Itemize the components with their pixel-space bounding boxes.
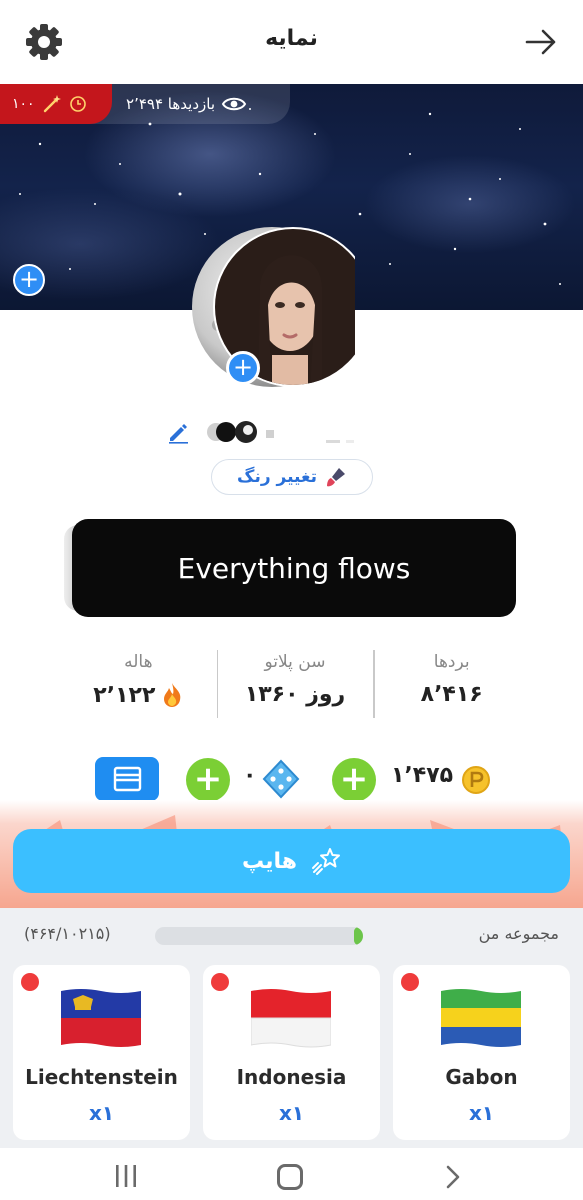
coin-icon bbox=[462, 766, 490, 794]
card-qty: x۱ bbox=[88, 1101, 115, 1125]
flag-card-liechtenstein[interactable]: Liechtenstein x۱ bbox=[13, 965, 190, 1140]
magic-wand-icon bbox=[43, 95, 61, 113]
collection-progress-fill bbox=[353, 927, 363, 945]
add-gems-button[interactable]: + bbox=[186, 758, 230, 802]
stat-value: ۸٬۴۱۶ bbox=[420, 682, 483, 707]
username-row bbox=[160, 414, 400, 450]
timer-badge[interactable]: ۱۰۰ bbox=[0, 84, 112, 124]
hype-button[interactable]: هایپ bbox=[13, 829, 570, 893]
dice-gem-icon bbox=[262, 759, 300, 799]
collection-title[interactable]: مجموعه من bbox=[479, 924, 559, 943]
system-nav-bar bbox=[0, 1148, 583, 1200]
collection-progress-bar bbox=[155, 927, 363, 945]
fire-icon bbox=[164, 683, 181, 707]
bio-text: Everything flows bbox=[72, 519, 516, 617]
page-title: نمایه bbox=[265, 26, 318, 51]
currency-row: + ۰ + ۱٬۴۷۵ bbox=[95, 757, 495, 803]
add-cover-button[interactable]: + bbox=[13, 264, 45, 296]
username-graphic bbox=[207, 421, 354, 443]
stat-value: ۱۳۶۰ روز bbox=[244, 682, 346, 707]
chevron-right-icon[interactable] bbox=[444, 1164, 462, 1190]
eye-icon bbox=[221, 97, 247, 111]
indonesia-flag-icon bbox=[251, 989, 331, 1048]
change-color-button[interactable]: تغییر رنگ bbox=[211, 459, 373, 495]
stat-label: سن پلاتو bbox=[264, 652, 326, 672]
card-name: Gabon bbox=[445, 1065, 518, 1089]
stat-value: ۲٬۱۲۲ bbox=[60, 682, 217, 708]
hype-label: هایپ bbox=[241, 848, 298, 874]
avatar[interactable] bbox=[190, 225, 355, 390]
views-text: ۲٬۴۹۴ بازدیدها bbox=[126, 95, 215, 113]
new-dot bbox=[401, 973, 419, 991]
views-counter: ۲٬۴۹۴ بازدیدها bbox=[126, 84, 247, 124]
stat-label: هاله bbox=[124, 652, 153, 672]
timer-value: ۱۰۰ bbox=[12, 96, 35, 112]
add-coins-button[interactable]: + bbox=[332, 758, 376, 802]
card-qty: x۱ bbox=[468, 1101, 495, 1125]
card-name: Indonesia bbox=[236, 1065, 347, 1089]
stat-label: بردها bbox=[433, 652, 470, 672]
aura-value: ۲٬۱۲۲ bbox=[93, 682, 156, 708]
card-name: Liechtenstein bbox=[25, 1065, 178, 1089]
stat-plato-age: سن پلاتو ۱۳۶۰ روز bbox=[216, 646, 374, 722]
collection-header: (۴۶۴/۱۰۲۱۵) مجموعه من bbox=[24, 924, 559, 948]
top-bar: نمایه bbox=[0, 0, 583, 84]
collection-count: (۴۶۴/۱۰۲۱۵) bbox=[24, 924, 111, 943]
card-qty: x۱ bbox=[278, 1101, 305, 1125]
coins-value: ۱٬۴۷۵ bbox=[391, 763, 454, 788]
paint-brush-icon bbox=[326, 468, 345, 487]
add-avatar-button[interactable]: + bbox=[226, 351, 260, 385]
clock-icon bbox=[69, 96, 86, 112]
bio-box: Everything flows bbox=[64, 519, 516, 617]
stat-wins: بردها ۸٬۴۱۶ bbox=[373, 646, 530, 722]
gems-value: ۰ bbox=[243, 763, 257, 788]
wallet-button[interactable] bbox=[95, 757, 159, 801]
new-dot bbox=[21, 973, 39, 991]
stats-row: هاله ۲٬۱۲۲ سن پلاتو ۱۳۶۰ روز بردها ۸٬۴۱۶ bbox=[60, 646, 530, 722]
flag-card-indonesia[interactable]: Indonesia x۱ bbox=[203, 965, 380, 1140]
liechtenstein-flag-icon bbox=[61, 989, 141, 1047]
change-color-label: تغییر رنگ bbox=[237, 467, 317, 487]
pencil-icon[interactable] bbox=[166, 420, 190, 444]
new-dot bbox=[211, 973, 229, 991]
home-icon[interactable] bbox=[277, 1164, 303, 1190]
gabon-flag-icon bbox=[441, 989, 521, 1047]
flag-card-gabon[interactable]: Gabon x۱ bbox=[393, 965, 570, 1140]
stat-aura: هاله ۲٬۱۲۲ bbox=[60, 646, 217, 722]
recents-icon[interactable] bbox=[113, 1164, 139, 1188]
arrow-right-icon[interactable] bbox=[523, 24, 559, 60]
star-rocket-icon bbox=[312, 848, 341, 875]
wallet-icon bbox=[113, 766, 142, 792]
